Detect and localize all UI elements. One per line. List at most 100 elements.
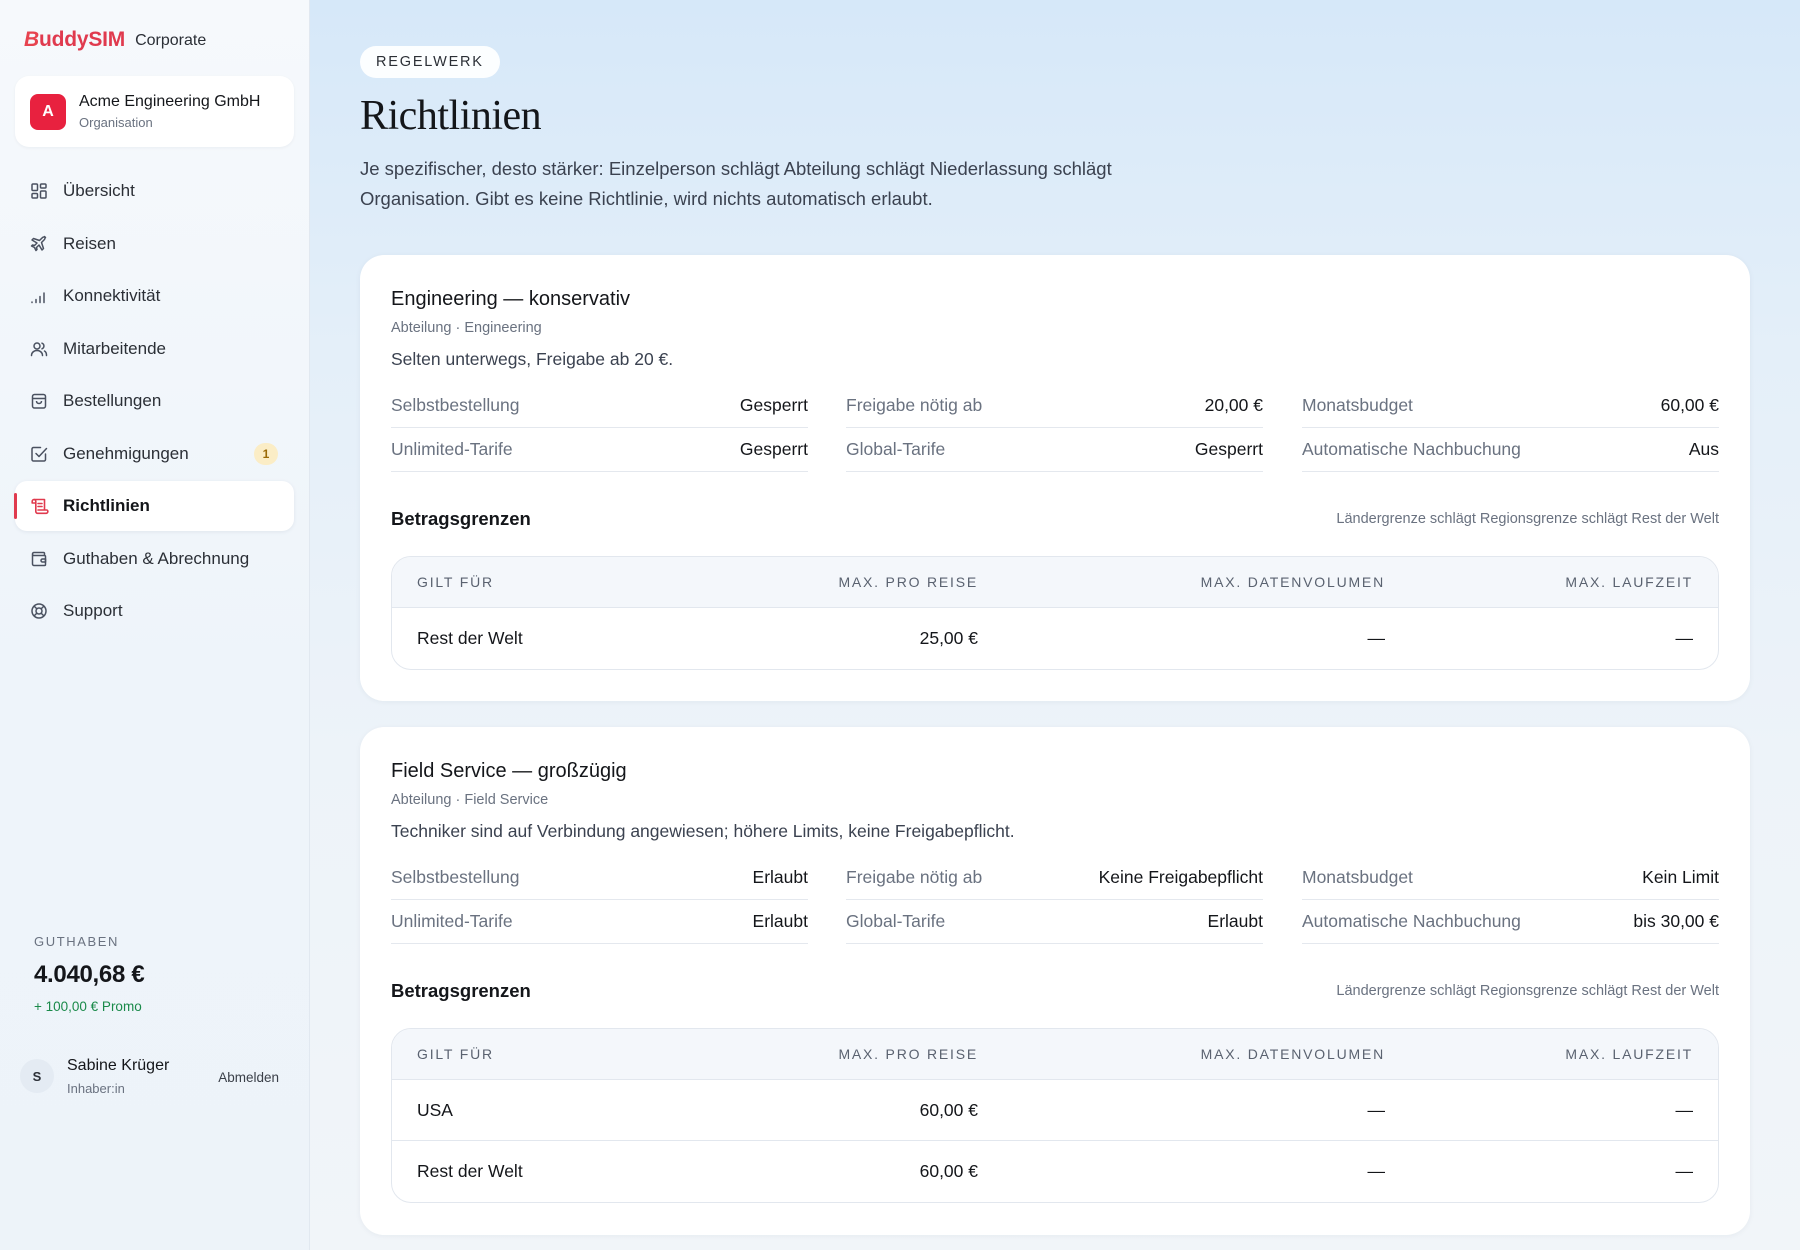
sidebar-item-mitarbeitende[interactable]: Mitarbeitende: [15, 324, 294, 374]
credit-promo: + 100,00 € Promo: [34, 999, 142, 1014]
brand[interactable]: BuddySIM Corporate: [24, 28, 206, 52]
cell-max-duration: —: [1675, 1161, 1694, 1181]
setting-self-order: Selbstbestellung Erlaubt: [391, 856, 808, 900]
setting-monthly-budget: Monatsbudget 60,00 €: [1302, 384, 1719, 428]
setting-unlimited-plans: Unlimited-Tarife Erlaubt: [391, 900, 808, 944]
cell-max-per-trip: 25,00 €: [919, 628, 978, 648]
setting-label: Monatsbudget: [1302, 395, 1413, 415]
setting-global-plans: Global-Tarife Gesperrt: [846, 428, 1263, 472]
avatar: S: [20, 1059, 54, 1093]
cell-applies-to: Rest der Welt: [417, 1161, 523, 1181]
sidebar-item-label: Support: [63, 601, 123, 620]
setting-value: Gesperrt: [1194, 439, 1263, 459]
cell-max-duration: —: [1675, 1099, 1694, 1120]
cell-applies-to: Rest der Welt: [417, 628, 523, 648]
setting-label: Global-Tarife: [846, 911, 946, 931]
setting-value: 60,00 €: [1660, 395, 1719, 415]
column-header: MAX. LAUFZEIT: [1565, 1046, 1693, 1062]
policy-scope: Abteilung · Engineering: [391, 320, 542, 336]
sidebar-item-guthaben-abrechnung[interactable]: Guthaben & Abrechnung: [15, 534, 294, 584]
setting-value: 20,00 €: [1204, 395, 1263, 415]
column-header: GILT FÜR: [417, 1046, 494, 1062]
org-role: Organisation: [79, 115, 153, 130]
org-switcher[interactable]: A Acme Engineering GmbH Organisation: [15, 76, 294, 147]
limits-table: GILT FÜR MAX. PRO REISE MAX. DATENVOLUME…: [391, 1028, 1719, 1203]
setting-label: Selbstbestellung: [391, 867, 520, 887]
cell-max-data: —: [1367, 1161, 1386, 1181]
policy-card[interactable]: Field Service — großzügig Abteilung · Fi…: [360, 727, 1750, 1235]
sidebar-item-label: Bestellungen: [63, 391, 162, 410]
setting-label: Global-Tarife: [846, 439, 946, 459]
user-role: Inhaber:in: [67, 1081, 125, 1096]
org-name: Acme Engineering GmbH: [79, 93, 261, 110]
cell-max-per-trip: 60,00 €: [919, 1099, 978, 1120]
cell-applies-to: USA: [417, 1099, 453, 1120]
logout-button[interactable]: Abmelden: [218, 1070, 279, 1085]
cell-max-data: —: [1367, 1099, 1386, 1120]
setting-value: Erlaubt: [752, 911, 808, 931]
sidebar-item-richtlinien[interactable]: Richtlinien: [14, 481, 294, 531]
setting-value: Aus: [1688, 439, 1719, 459]
sidebar-item-bestellungen[interactable]: Bestellungen: [15, 376, 294, 426]
page-kicker: REGELWERK: [360, 46, 500, 78]
policy-scope: Abteilung · Field Service: [391, 792, 549, 808]
policy-card[interactable]: Engineering — konservativ Abteilung · En…: [360, 255, 1750, 701]
setting-label: Automatische Nachbuchung: [1302, 911, 1521, 931]
column-header: MAX. LAUFZEIT: [1565, 574, 1693, 590]
table-row: USA 60,00 € — —: [392, 1080, 1718, 1141]
user-profile: S Sabine Krüger Inhaber:in Abmelden: [20, 1057, 290, 1105]
table-header: GILT FÜR MAX. PRO REISE MAX. DATENVOLUME…: [392, 557, 1718, 608]
page-title: Richtlinien: [360, 93, 542, 139]
setting-label: Unlimited-Tarife: [391, 439, 513, 459]
setting-value: bis 30,00 €: [1633, 911, 1719, 931]
setting-global-plans: Global-Tarife Erlaubt: [846, 900, 1263, 944]
setting-label: Freigabe nötig ab: [846, 867, 983, 887]
setting-approval-threshold: Freigabe nötig ab Keine Freigabepflicht: [846, 856, 1263, 900]
credit-label: GUTHABEN: [34, 934, 120, 949]
table-row: Rest der Welt 60,00 € — —: [392, 1141, 1718, 1202]
limits-table: GILT FÜR MAX. PRO REISE MAX. DATENVOLUME…: [391, 556, 1719, 670]
user-name: Sabine Krüger: [67, 1057, 170, 1074]
setting-label: Automatische Nachbuchung: [1302, 439, 1521, 459]
setting-label: Monatsbudget: [1302, 867, 1413, 887]
setting-value: Kein Limit: [1642, 867, 1719, 887]
limits-title: Betragsgrenzen: [391, 980, 531, 1001]
column-header: MAX. PRO REISE: [838, 574, 978, 590]
org-avatar: A: [30, 93, 66, 130]
limits-note: Ländergrenze schlägt Regionsgrenze schlä…: [1336, 511, 1719, 527]
cell-max-per-trip: 60,00 €: [919, 1161, 978, 1181]
credit-amount: 4.040,68 €: [34, 961, 145, 988]
sidebar-item-support[interactable]: Support: [15, 586, 294, 636]
grid-icon: [29, 181, 49, 201]
setting-value: Keine Freigabepflicht: [1098, 867, 1263, 887]
sidebar-item-genehmigungen[interactable]: Genehmigungen 1: [15, 429, 294, 479]
cell-max-data: —: [1367, 628, 1386, 648]
scroll-icon: [29, 496, 49, 516]
checkbox-icon: [29, 444, 49, 464]
column-header: MAX. PRO REISE: [838, 1046, 978, 1062]
wallet-icon: [29, 549, 49, 569]
sidebar-item-konnektivitaet[interactable]: Konnektivität: [15, 271, 294, 321]
sidebar-item-label: Mitarbeitende: [63, 338, 167, 358]
policy-title: Field Service — großzügig: [391, 760, 627, 782]
setting-value: Erlaubt: [1207, 911, 1263, 931]
policy-description: Selten unterwegs, Freigabe ab 20 €.: [391, 349, 674, 369]
setting-auto-topup: Automatische Nachbuchung bis 30,00 €: [1302, 900, 1719, 944]
sidebar-item-uebersicht[interactable]: Übersicht: [15, 166, 294, 216]
sidebar-item-label: Genehmigungen: [63, 443, 189, 463]
limits-title: Betragsgrenzen: [391, 508, 531, 529]
setting-monthly-budget: Monatsbudget Kein Limit: [1302, 856, 1719, 900]
setting-auto-topup: Automatische Nachbuchung Aus: [1302, 428, 1719, 472]
sidebar-item-label: Guthaben & Abrechnung: [63, 548, 250, 568]
setting-value: Gesperrt: [739, 439, 808, 459]
sidebar: BuddySIM Corporate A Acme Engineering Gm…: [0, 0, 310, 1250]
setting-label: Freigabe nötig ab: [846, 395, 983, 415]
sidebar-item-label: Richtlinien: [63, 496, 150, 515]
sidebar-nav: Übersicht Reisen Konnektivität Mitarbeit…: [14, 166, 294, 639]
sidebar-item-label: Reisen: [63, 233, 116, 253]
cell-max-duration: —: [1675, 628, 1694, 648]
column-header: GILT FÜR: [417, 574, 494, 590]
sidebar-item-label: Konnektivität: [63, 286, 161, 305]
pending-count-badge: 1: [254, 442, 278, 465]
sidebar-item-reisen[interactable]: Reisen: [15, 219, 294, 269]
